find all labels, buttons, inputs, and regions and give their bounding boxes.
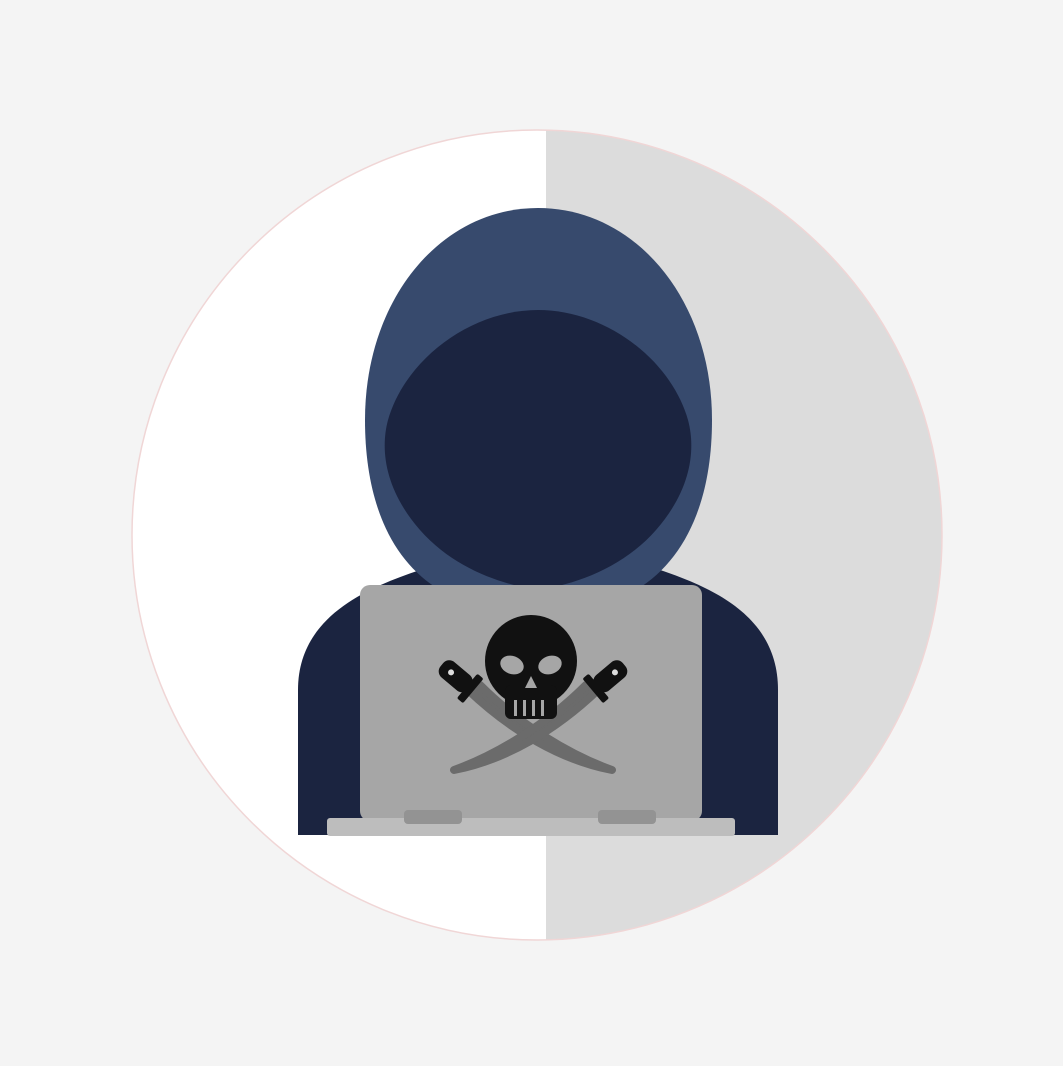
hacker-illustration bbox=[131, 129, 943, 941]
illustration-canvas bbox=[0, 0, 1063, 1066]
laptop bbox=[327, 585, 735, 836]
